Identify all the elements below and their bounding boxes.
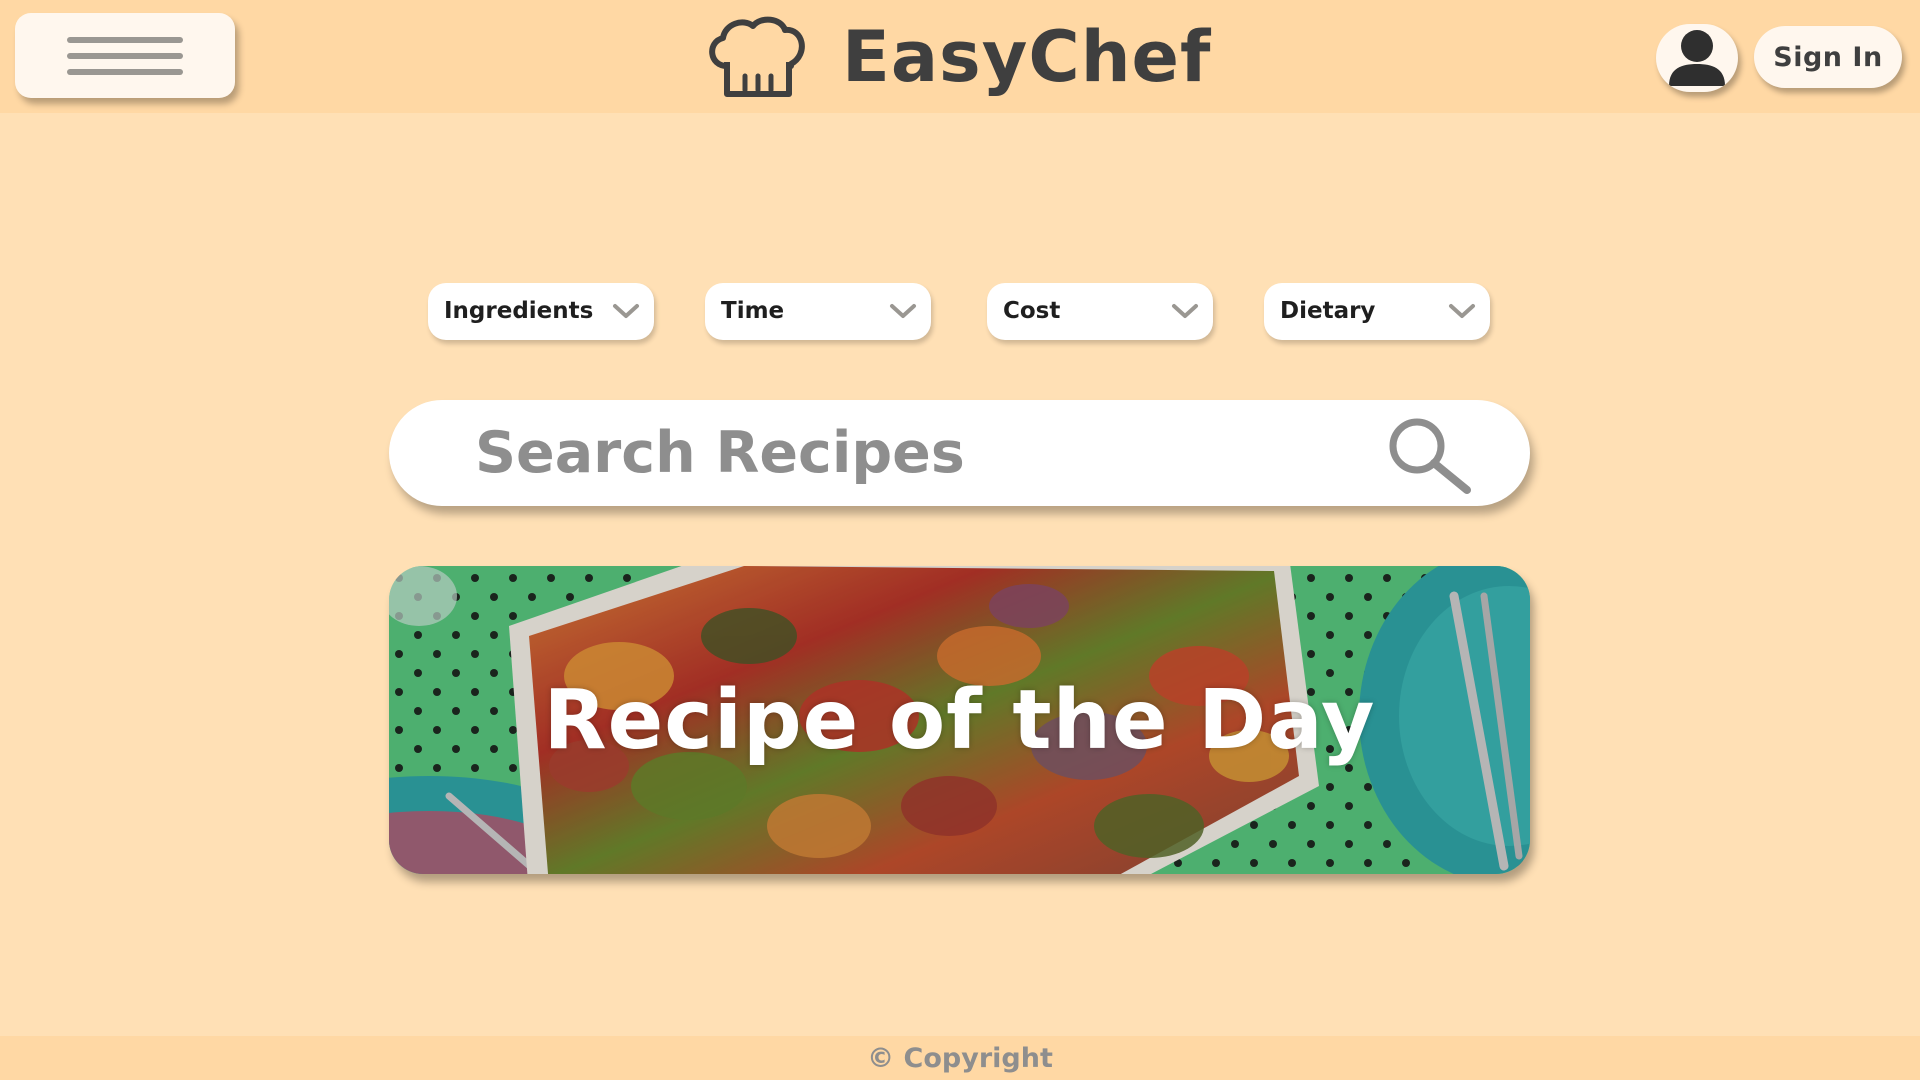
page: EasyChef Sign In Ingredients Time Cost D… [0,0,1920,1080]
user-avatar-icon [1669,30,1725,86]
filter-time[interactable]: Time [705,283,931,340]
app-title: EasyChef [842,16,1212,98]
filter-dietary[interactable]: Dietary [1264,283,1490,340]
sign-in-button[interactable]: Sign In [1754,26,1902,88]
profile-avatar-button[interactable] [1656,24,1738,92]
menu-button[interactable] [15,13,235,98]
copyright-text: © Copyright [867,1042,1053,1074]
hamburger-menu-icon [67,37,183,43]
search-bar [389,400,1530,506]
recipe-of-the-day-title: Recipe of the Day [543,672,1376,768]
hamburger-line [67,69,183,75]
recipe-of-the-day-card[interactable]: Recipe of the Day [389,566,1530,874]
top-header: EasyChef Sign In [0,0,1920,113]
filter-label: Cost [1003,298,1061,324]
chevron-down-icon [613,304,639,318]
filter-label: Dietary [1280,298,1376,324]
filter-label: Time [721,298,785,324]
filter-ingredients[interactable]: Ingredients [428,283,654,340]
hamburger-line [67,53,183,59]
brand[interactable]: EasyChef [705,12,1211,102]
chevron-down-icon [1172,304,1198,318]
chef-hat-icon [709,16,805,97]
filter-cost[interactable]: Cost [987,283,1213,340]
search-input[interactable] [475,414,1375,492]
chevron-down-icon [1449,304,1475,318]
chevron-down-icon [890,304,916,318]
filter-label: Ingredients [444,298,594,324]
footer: © Copyright [0,1036,1920,1080]
search-icon[interactable] [1371,414,1481,494]
